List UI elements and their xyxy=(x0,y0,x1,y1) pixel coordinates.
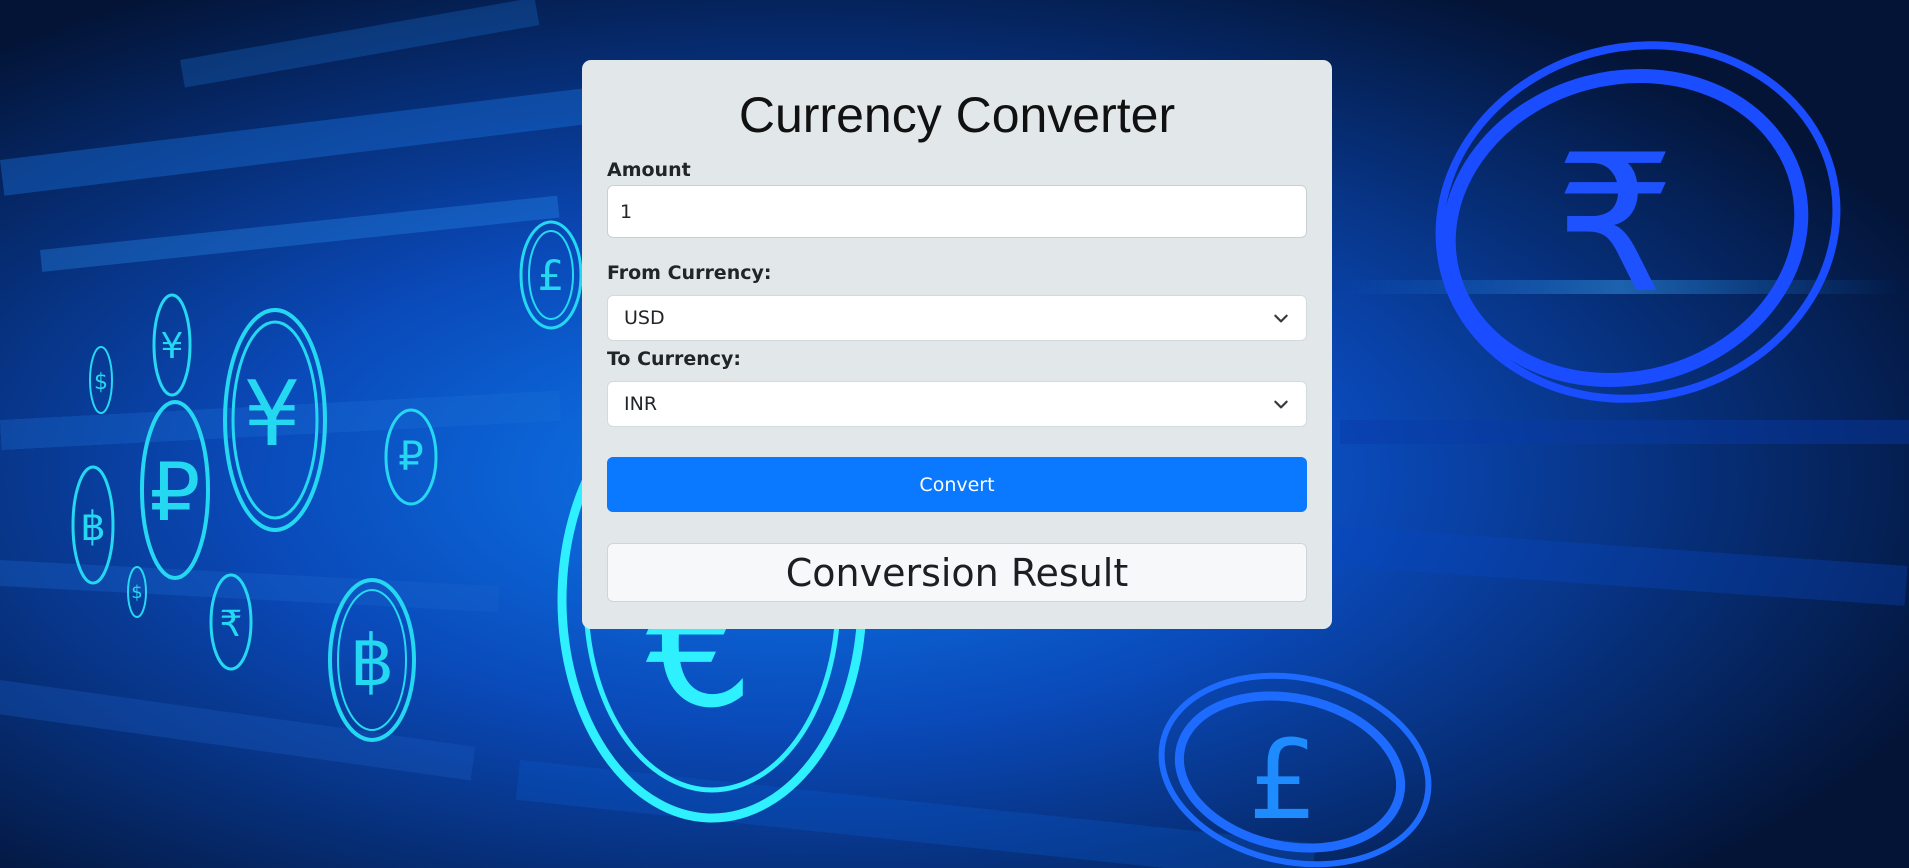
svg-text:£: £ xyxy=(538,251,565,300)
svg-text:₹: ₹ xyxy=(1555,114,1676,335)
svg-text:₽: ₽ xyxy=(150,446,201,539)
svg-text:¥: ¥ xyxy=(243,362,300,467)
from-currency-select[interactable]: USD xyxy=(607,295,1307,341)
conversion-result-box: Conversion Result xyxy=(607,543,1307,602)
chevron-down-icon xyxy=(1274,400,1288,409)
svg-text:¥: ¥ xyxy=(161,326,184,367)
convert-button[interactable]: Convert xyxy=(607,457,1307,512)
from-currency-label: From Currency: xyxy=(607,262,772,284)
svg-text:£: £ xyxy=(1248,716,1318,844)
svg-text:₹: ₹ xyxy=(220,604,243,645)
to-currency-label: To Currency: xyxy=(607,348,741,370)
from-currency-value: USD xyxy=(624,307,665,329)
svg-text:₽: ₽ xyxy=(398,434,423,480)
svg-text:$: $ xyxy=(94,370,108,395)
converter-card: Currency Converter Amount From Currency:… xyxy=(582,60,1332,629)
svg-text:฿: ฿ xyxy=(350,620,395,702)
amount-input[interactable] xyxy=(607,185,1307,238)
svg-text:฿: ฿ xyxy=(80,504,105,550)
conversion-result-heading: Conversion Result xyxy=(785,550,1129,595)
page-title: Currency Converter xyxy=(738,87,1176,143)
to-currency-select[interactable]: INR xyxy=(607,381,1307,427)
chevron-down-icon xyxy=(1274,314,1288,323)
to-currency-value: INR xyxy=(624,393,658,415)
amount-label: Amount xyxy=(607,159,691,181)
svg-text:$: $ xyxy=(131,582,142,603)
